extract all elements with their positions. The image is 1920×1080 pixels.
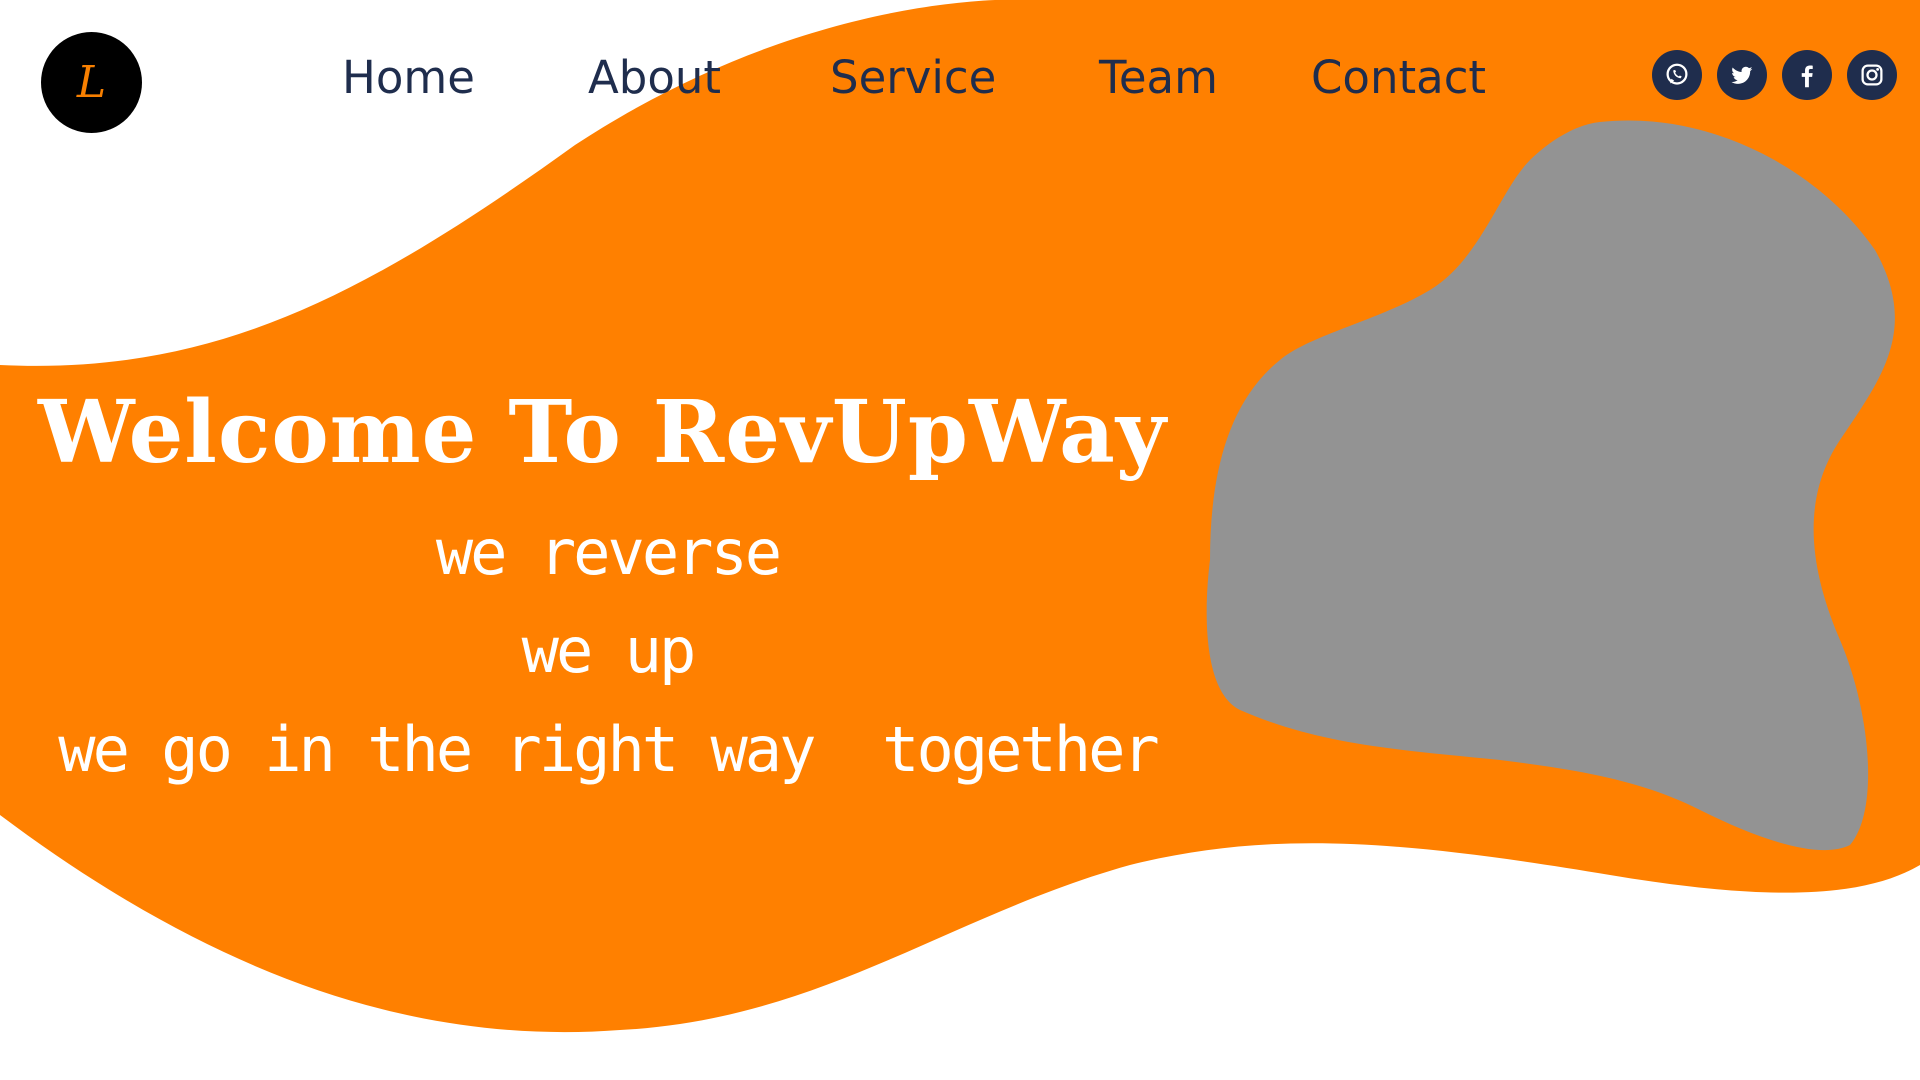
twitter-icon[interactable] (1717, 50, 1767, 100)
whatsapp-glyph (1666, 63, 1688, 85)
facebook-glyph (1801, 65, 1813, 88)
twitter-glyph (1731, 66, 1753, 84)
hero-title: Welcome To RevUpWay (38, 382, 1167, 483)
nav-service[interactable]: Service (830, 46, 996, 110)
tagline-line-3: we go in the right way together (58, 713, 1159, 786)
instagram-icon[interactable] (1847, 50, 1897, 100)
whatsapp-icon[interactable] (1652, 50, 1702, 100)
nav-contact[interactable]: Contact (1311, 46, 1486, 110)
brand-logo[interactable]: L (41, 32, 142, 133)
tagline-line-2: we up (521, 614, 697, 687)
nav-about[interactable]: About (588, 46, 721, 110)
nav-home[interactable]: Home (342, 46, 475, 110)
nav-team[interactable]: Team (1099, 46, 1218, 110)
tagline-line-1: we reverse (435, 516, 782, 589)
logo-letter: L (76, 56, 107, 108)
facebook-icon[interactable] (1782, 50, 1832, 100)
instagram-glyph (1861, 64, 1883, 86)
